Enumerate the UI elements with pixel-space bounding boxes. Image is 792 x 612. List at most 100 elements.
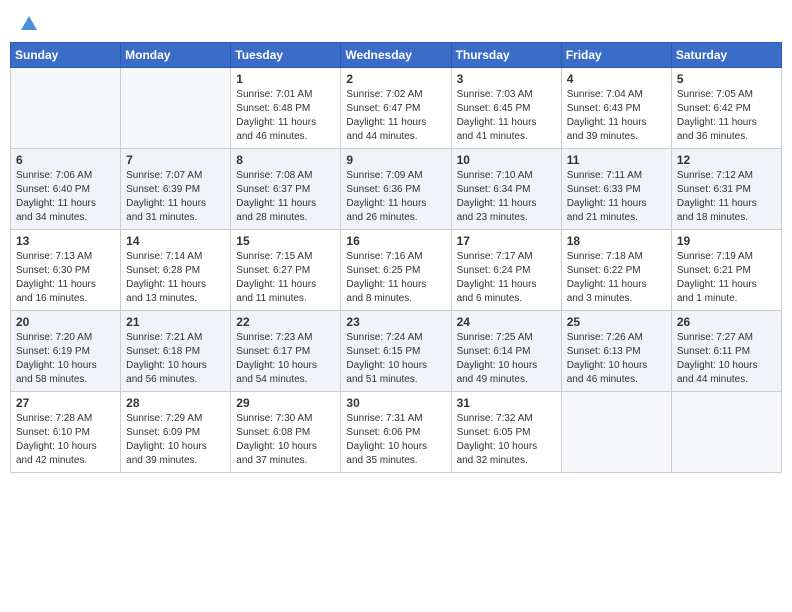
cell-content: Sunrise: 7:31 AMSunset: 6:06 PMDaylight:… [346, 412, 445, 468]
day-header-sunday: Sunday [11, 43, 121, 68]
day-number: 18 [567, 234, 666, 248]
day-header-monday: Monday [121, 43, 231, 68]
calendar-cell: 12 Sunrise: 7:12 AMSunset: 6:31 PMDayligh… [671, 149, 781, 230]
calendar-cell: 26 Sunrise: 7:27 AMSunset: 6:11 PMDayligh… [671, 311, 781, 392]
cell-content: Sunrise: 7:05 AMSunset: 6:42 PMDaylight:… [677, 88, 776, 144]
day-number: 27 [16, 396, 115, 410]
week-row-5: 27 Sunrise: 7:28 AMSunset: 6:10 PMDayligh… [11, 392, 782, 473]
cell-content: Sunrise: 7:30 AMSunset: 6:08 PMDaylight:… [236, 412, 335, 468]
cell-content: Sunrise: 7:15 AMSunset: 6:27 PMDaylight:… [236, 250, 335, 306]
calendar-cell: 14 Sunrise: 7:14 AMSunset: 6:28 PMDayligh… [121, 230, 231, 311]
day-number: 29 [236, 396, 335, 410]
calendar-cell: 20 Sunrise: 7:20 AMSunset: 6:19 PMDayligh… [11, 311, 121, 392]
cell-content: Sunrise: 7:25 AMSunset: 6:14 PMDaylight:… [457, 331, 556, 387]
day-number: 3 [457, 72, 556, 86]
calendar-cell: 24Sunrise: 7:25 AMSunset: 6:14 PMDayligh… [451, 311, 561, 392]
logo [18, 16, 38, 28]
day-number: 23 [346, 315, 445, 329]
calendar-cell: 17 Sunrise: 7:17 AMSunset: 6:24 PMDayligh… [451, 230, 561, 311]
day-number: 25 [567, 315, 666, 329]
day-number: 17 [457, 234, 556, 248]
calendar-cell: 4Sunrise: 7:04 AMSunset: 6:43 PMDaylight… [561, 68, 671, 149]
cell-content: Sunrise: 7:10 AMSunset: 6:34 PMDaylight:… [457, 169, 556, 225]
day-number: 31 [457, 396, 556, 410]
cell-content: Sunrise: 7:16 AMSunset: 6:25 PMDaylight:… [346, 250, 445, 306]
day-number: 15 [236, 234, 335, 248]
day-header-tuesday: Tuesday [231, 43, 341, 68]
day-number: 13 [16, 234, 115, 248]
cell-content: Sunrise: 7:26 AMSunset: 6:13 PMDaylight:… [567, 331, 666, 387]
calendar-cell: 25 Sunrise: 7:26 AMSunset: 6:13 PMDayligh… [561, 311, 671, 392]
day-number: 8 [236, 153, 335, 167]
cell-content: Sunrise: 7:21 AMSunset: 6:18 PMDaylight:… [126, 331, 225, 387]
day-number: 14 [126, 234, 225, 248]
cell-content: Sunrise: 7:24 AMSunset: 6:15 PMDaylight:… [346, 331, 445, 387]
calendar-cell: 2 Sunrise: 7:02 AMSunset: 6:47 PMDaylight… [341, 68, 451, 149]
cell-content: Sunrise: 7:27 AMSunset: 6:11 PMDaylight:… [677, 331, 776, 387]
calendar-cell: 27 Sunrise: 7:28 AMSunset: 6:10 PMDayligh… [11, 392, 121, 473]
calendar-cell: 5 Sunrise: 7:05 AMSunset: 6:42 PMDaylight… [671, 68, 781, 149]
week-row-3: 13 Sunrise: 7:13 AMSunset: 6:30 PMDayligh… [11, 230, 782, 311]
days-header-row: SundayMondayTuesdayWednesdayThursdayFrid… [11, 43, 782, 68]
cell-content: Sunrise: 7:14 AMSunset: 6:28 PMDaylight:… [126, 250, 225, 306]
calendar-cell: 11 Sunrise: 7:11 AMSunset: 6:33 PMDayligh… [561, 149, 671, 230]
cell-content: Sunrise: 7:01 AMSunset: 6:48 PMDaylight:… [236, 88, 335, 144]
calendar-cell: 21 Sunrise: 7:21 AMSunset: 6:18 PMDayligh… [121, 311, 231, 392]
calendar-cell: 1 Sunrise: 7:01 AMSunset: 6:48 PMDaylight… [231, 68, 341, 149]
cell-content: Sunrise: 7:28 AMSunset: 6:10 PMDaylight:… [16, 412, 115, 468]
cell-content: Sunrise: 7:18 AMSunset: 6:22 PMDaylight:… [567, 250, 666, 306]
cell-content: Sunrise: 7:12 AMSunset: 6:31 PMDaylight:… [677, 169, 776, 225]
day-number: 1 [236, 72, 335, 86]
calendar-cell: 22 Sunrise: 7:23 AMSunset: 6:17 PMDayligh… [231, 311, 341, 392]
day-number: 9 [346, 153, 445, 167]
calendar-cell: 30 Sunrise: 7:31 AMSunset: 6:06 PMDayligh… [341, 392, 451, 473]
day-number: 20 [16, 315, 115, 329]
day-number: 26 [677, 315, 776, 329]
logo-icon [20, 14, 38, 32]
calendar-cell: 16Sunrise: 7:16 AMSunset: 6:25 PMDayligh… [341, 230, 451, 311]
cell-content: Sunrise: 7:20 AMSunset: 6:19 PMDaylight:… [16, 331, 115, 387]
calendar-cell [11, 68, 121, 149]
day-number: 21 [126, 315, 225, 329]
calendar-cell: 13 Sunrise: 7:13 AMSunset: 6:30 PMDayligh… [11, 230, 121, 311]
day-number: 5 [677, 72, 776, 86]
day-number: 22 [236, 315, 335, 329]
calendar-cell: 7Sunrise: 7:07 AMSunset: 6:39 PMDaylight… [121, 149, 231, 230]
calendar-cell [561, 392, 671, 473]
day-header-saturday: Saturday [671, 43, 781, 68]
cell-content: Sunrise: 7:09 AMSunset: 6:36 PMDaylight:… [346, 169, 445, 225]
week-row-2: 6Sunrise: 7:06 AMSunset: 6:40 PMDaylight… [11, 149, 782, 230]
day-number: 4 [567, 72, 666, 86]
calendar-cell [671, 392, 781, 473]
cell-content: Sunrise: 7:19 AMSunset: 6:21 PMDaylight:… [677, 250, 776, 306]
calendar-table: SundayMondayTuesdayWednesdayThursdayFrid… [10, 42, 782, 473]
calendar-cell: 8Sunrise: 7:08 AMSunset: 6:37 PMDaylight… [231, 149, 341, 230]
day-number: 19 [677, 234, 776, 248]
day-number: 10 [457, 153, 556, 167]
calendar-cell: 29 Sunrise: 7:30 AMSunset: 6:08 PMDayligh… [231, 392, 341, 473]
week-row-4: 20 Sunrise: 7:20 AMSunset: 6:19 PMDayligh… [11, 311, 782, 392]
cell-content: Sunrise: 7:11 AMSunset: 6:33 PMDaylight:… [567, 169, 666, 225]
calendar-cell: 19 Sunrise: 7:19 AMSunset: 6:21 PMDayligh… [671, 230, 781, 311]
day-number: 12 [677, 153, 776, 167]
cell-content: Sunrise: 7:32 AMSunset: 6:05 PMDaylight:… [457, 412, 556, 468]
day-number: 7 [126, 153, 225, 167]
cell-content: Sunrise: 7:23 AMSunset: 6:17 PMDaylight:… [236, 331, 335, 387]
week-row-1: 1 Sunrise: 7:01 AMSunset: 6:48 PMDaylight… [11, 68, 782, 149]
calendar-cell: 6Sunrise: 7:06 AMSunset: 6:40 PMDaylight… [11, 149, 121, 230]
calendar-cell: 31 Sunrise: 7:32 AMSunset: 6:05 PMDayligh… [451, 392, 561, 473]
cell-content: Sunrise: 7:13 AMSunset: 6:30 PMDaylight:… [16, 250, 115, 306]
calendar-cell: 18 Sunrise: 7:18 AMSunset: 6:22 PMDayligh… [561, 230, 671, 311]
day-number: 30 [346, 396, 445, 410]
cell-content: Sunrise: 7:17 AMSunset: 6:24 PMDaylight:… [457, 250, 556, 306]
day-number: 11 [567, 153, 666, 167]
day-number: 6 [16, 153, 115, 167]
day-number: 28 [126, 396, 225, 410]
calendar-cell: 9 Sunrise: 7:09 AMSunset: 6:36 PMDaylight… [341, 149, 451, 230]
day-number: 2 [346, 72, 445, 86]
calendar-cell: 10 Sunrise: 7:10 AMSunset: 6:34 PMDayligh… [451, 149, 561, 230]
calendar-cell: 3Sunrise: 7:03 AMSunset: 6:45 PMDaylight… [451, 68, 561, 149]
cell-content: Sunrise: 7:02 AMSunset: 6:47 PMDaylight:… [346, 88, 445, 144]
day-header-friday: Friday [561, 43, 671, 68]
calendar-cell: 28Sunrise: 7:29 AMSunset: 6:09 PMDayligh… [121, 392, 231, 473]
